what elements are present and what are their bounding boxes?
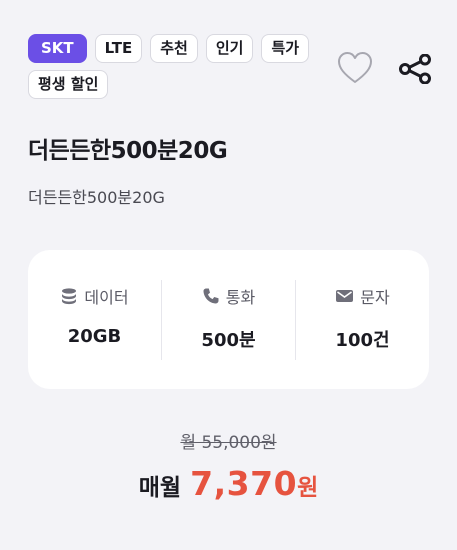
phone-icon — [203, 288, 219, 303]
spec-call-label: 통화 — [225, 287, 256, 307]
spec-data-header: 데이터 — [60, 284, 129, 308]
carrier-tag: SKT — [28, 34, 87, 63]
price-prefix: 매월 — [138, 475, 182, 501]
spec-call-header: 통화 — [202, 284, 255, 308]
recommended-tag: 추천 — [150, 34, 198, 63]
original-price: 월 55,000원 — [180, 433, 277, 453]
heart-outline-icon — [338, 52, 372, 83]
favorite-button[interactable] — [336, 50, 374, 86]
envelope-icon — [336, 289, 354, 302]
spec-call-value: 500분 — [201, 329, 256, 351]
share-button[interactable] — [398, 53, 432, 85]
spec-sms: 문자 100건 — [295, 279, 429, 360]
tag-row-2: 평생 할인 — [28, 70, 328, 99]
lifetime-discount-tag: 평생 할인 — [28, 70, 109, 99]
spec-data: 데이터 20GB — [28, 280, 161, 360]
monthly-price: 매월 7,370원 — [0, 464, 457, 503]
spec-data-label: 데이터 — [84, 287, 129, 307]
database-icon — [62, 287, 77, 304]
spec-data-value: 20GB — [67, 325, 122, 347]
network-tag: LTE — [94, 34, 143, 63]
plan-tags: SKT LTE 추천 인기 특가 평생 할인 — [28, 34, 328, 106]
popular-tag: 인기 — [205, 34, 254, 63]
price-amount: 7,370 — [190, 464, 298, 503]
plan-title: 더든든한500분20G — [28, 138, 228, 164]
spec-sms-label: 문자 — [360, 287, 390, 307]
tag-row-1: SKT LTE 추천 인기 특가 — [28, 34, 328, 63]
spec-card: 데이터 20GB 통화 500분 문자 100건 — [28, 250, 429, 389]
spec-sms-value: 100건 — [335, 329, 390, 351]
spec-call: 통화 500분 — [161, 279, 295, 360]
plan-subtitle: 더든든한500분20G — [28, 188, 165, 207]
spec-sms-header: 문자 — [335, 284, 390, 308]
share-icon — [399, 53, 431, 85]
price-unit: 원 — [297, 475, 319, 501]
special-price-tag: 특가 — [261, 34, 310, 63]
